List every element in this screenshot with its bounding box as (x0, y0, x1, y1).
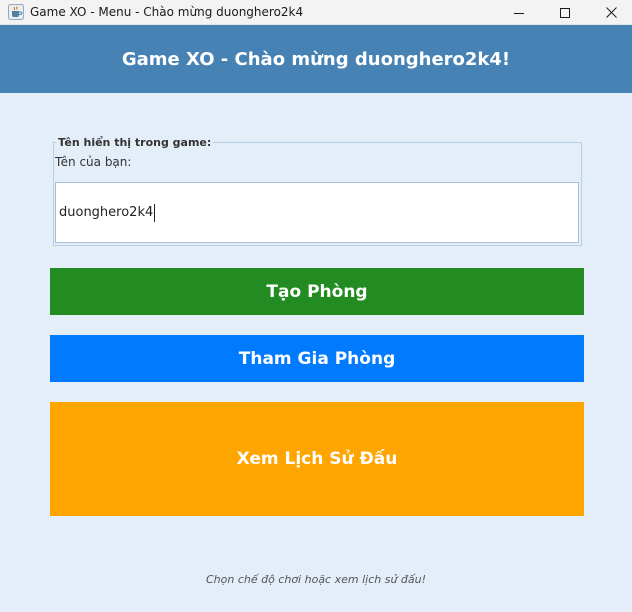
name-label: Tên của bạn: (55, 155, 132, 169)
name-input-value: duonghero2k4 (59, 204, 156, 222)
java-cup-icon (8, 4, 24, 20)
maximize-icon (560, 7, 570, 18)
close-icon (605, 7, 617, 18)
join-room-button[interactable]: Tham Gia Phòng (50, 335, 584, 382)
window-titlebar: Game XO - Menu - Chào mừng duonghero2k4 (0, 0, 632, 25)
footer-hint: Chọn chế độ chơi hoặc xem lịch sử đấu! (205, 573, 427, 586)
display-name-group-legend: Tên hiển thị trong game: (56, 136, 214, 149)
maximize-button[interactable] (542, 0, 588, 25)
match-history-label: Xem Lịch Sử Đấu (236, 449, 398, 469)
main-content: Tên hiển thị trong game: Tên của bạn: du… (0, 93, 632, 612)
header-banner: Game XO - Chào mừng duonghero2k4! (0, 25, 632, 93)
create-room-label: Tạo Phòng (266, 281, 368, 302)
close-button[interactable] (588, 0, 632, 25)
join-room-label: Tham Gia Phòng (238, 348, 396, 369)
minimize-button[interactable] (496, 0, 542, 25)
name-input[interactable]: duonghero2k4 (55, 182, 579, 243)
header-title: Game XO - Chào mừng duonghero2k4! (121, 48, 511, 70)
match-history-button[interactable]: Xem Lịch Sử Đấu (50, 402, 584, 516)
create-room-button[interactable]: Tạo Phòng (50, 268, 584, 315)
window-title: Game XO - Menu - Chào mừng duonghero2k4 (30, 5, 304, 19)
minimize-icon (514, 12, 524, 14)
